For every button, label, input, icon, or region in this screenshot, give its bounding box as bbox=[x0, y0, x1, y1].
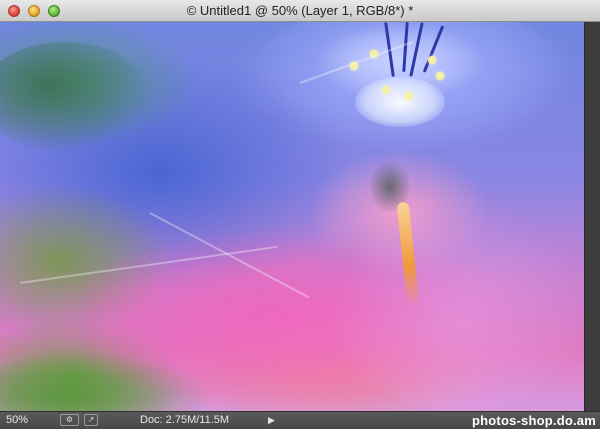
document-canvas[interactable] bbox=[0, 22, 584, 411]
photoshop-document-window: © Untitled1 @ 50% (Layer 1, RGB/8*) * 50… bbox=[0, 0, 600, 429]
zoom-level[interactable]: 50% bbox=[6, 412, 46, 429]
document-size-info: Doc: 2.75M/11.5M bbox=[140, 414, 230, 426]
share-icon[interactable]: ↗ bbox=[84, 414, 98, 426]
flower-stamen bbox=[405, 92, 413, 100]
pink-petal-shape-right bbox=[330, 192, 584, 411]
dark-leaf-shape bbox=[0, 42, 150, 152]
flower-stamen bbox=[436, 72, 444, 80]
flower-center bbox=[355, 77, 445, 127]
vertical-scrollbar[interactable] bbox=[584, 22, 600, 411]
watermark-text: photos-shop.do.am bbox=[472, 413, 596, 428]
window-title: © Untitled1 @ 50% (Layer 1, RGB/8*) * bbox=[186, 3, 414, 18]
arrow-right-icon[interactable]: ▶ bbox=[268, 412, 275, 429]
title-bar[interactable]: © Untitled1 @ 50% (Layer 1, RGB/8*) * bbox=[0, 0, 600, 22]
document-status-icon[interactable]: ⚙ bbox=[60, 414, 79, 426]
flower-stamen bbox=[382, 86, 390, 94]
flower-stamen bbox=[428, 56, 436, 64]
status-bar: 50% ⚙ ↗ Doc: 2.75M/11.5M ▶ photos-shop.d… bbox=[0, 411, 600, 429]
